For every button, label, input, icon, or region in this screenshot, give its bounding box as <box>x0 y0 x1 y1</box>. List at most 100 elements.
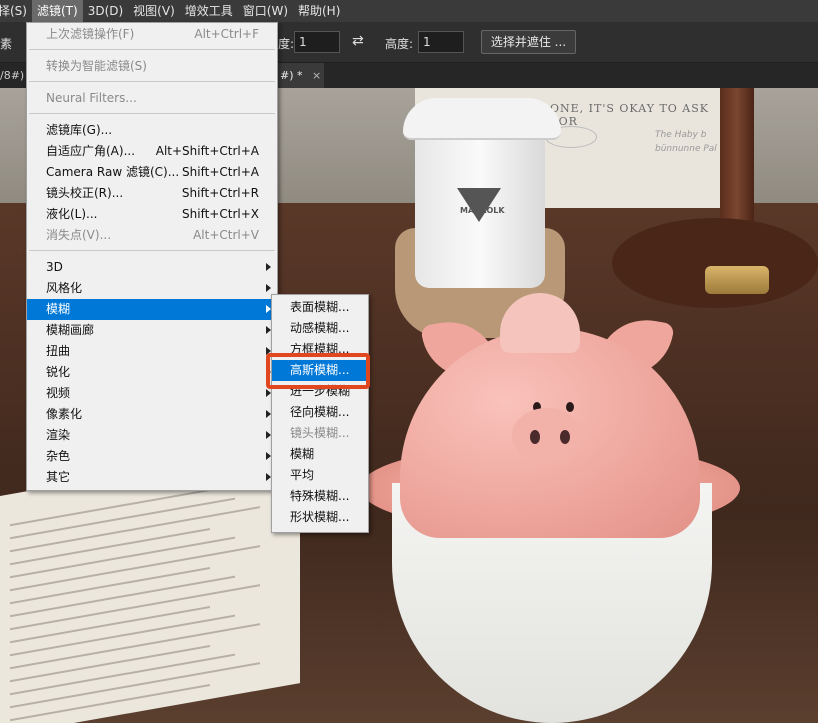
menu-1[interactable]: 滤镜(T) <box>31 0 83 22</box>
blur-submenu-item[interactable]: 特殊模糊... <box>272 486 368 507</box>
menu-item-label: 锐化 <box>46 365 71 379</box>
menu-item-label: 特殊模糊... <box>290 489 350 503</box>
blur-submenu-item[interactable]: 径向模糊... <box>272 402 368 423</box>
filter-menu-item: 消失点(V)... Alt+Ctrl+V <box>27 225 277 246</box>
menu-5[interactable]: 窗口(W) <box>238 0 293 22</box>
photo-card-text: ONE, IT'S OKAY TO ASK FOR <box>550 102 709 128</box>
photo-paper-line <box>10 545 260 592</box>
filter-menu-item[interactable]: 模糊画廊 <box>27 320 277 341</box>
photo-pig-nostril-left <box>530 430 540 444</box>
blur-submenu-item[interactable]: 动感模糊... <box>272 318 368 339</box>
menu-item-label: 动感模糊... <box>290 321 350 335</box>
menu-item-label: 表面模糊... <box>290 300 350 314</box>
menu-item-label: 径向模糊... <box>290 405 350 419</box>
menu-item-label: 上次滤镜操作(F) <box>46 27 135 41</box>
width-input[interactable]: 1 <box>294 31 340 53</box>
photo-card-handwriting-1: The Haby b <box>655 130 707 140</box>
menu-item-label: 模糊画廊 <box>46 323 95 337</box>
menu-item-label: 渲染 <box>46 428 71 442</box>
blur-submenu-item[interactable]: 形状模糊... <box>272 507 368 528</box>
photo-cup-lid <box>403 98 561 140</box>
menu-item-label: 杂色 <box>46 449 71 463</box>
tab-title: /8#) <box>0 69 25 82</box>
filter-menu-item[interactable]: 镜头校正(R)... Shift+Ctrl+R <box>27 183 277 204</box>
filter-menu-item[interactable]: 滤镜库(G)... <box>27 120 277 141</box>
filter-menu-item[interactable]: 渲染 <box>27 425 277 446</box>
filter-menu-item[interactable]: Camera Raw 滤镜(C)... Shift+Ctrl+A <box>27 162 277 183</box>
photo-cup-logo <box>457 188 501 222</box>
photo-paper-line <box>10 584 260 631</box>
option-label-fragment: 素 <box>0 37 13 51</box>
photo-stand <box>612 218 818 308</box>
photo-cup-brand: MARAOLK <box>460 206 505 215</box>
menu-6[interactable]: 帮助(H) <box>293 0 345 22</box>
photo-pig-snout <box>512 408 582 463</box>
blur-submenu: 表面模糊... 动感模糊... 方框模糊... 高斯模糊... 进一步模糊 径向模糊...… <box>271 294 369 533</box>
blur-submenu-item[interactable]: 表面模糊... <box>272 297 368 318</box>
menu-item-label: 模糊 <box>290 447 315 461</box>
filter-menu-item[interactable]: 扭曲 <box>27 341 277 362</box>
blur-submenu-item: 镜头模糊... <box>272 423 368 444</box>
menu-item-shortcut: Shift+Ctrl+A <box>182 165 259 179</box>
menu-item-shortcut: Shift+Ctrl+R <box>181 186 259 200</box>
menu-item-shortcut: Shift+Ctrl+X <box>182 207 259 221</box>
menu-item-label: 转换为智能滤镜(S) <box>46 59 147 73</box>
menu-2[interactable]: 3D(D) <box>83 0 128 22</box>
filter-menu-item[interactable]: 3D <box>27 257 277 278</box>
menu-item-shortcut: Alt+Shift+Ctrl+A <box>155 144 259 158</box>
menu-item-label: 形状模糊... <box>290 510 350 524</box>
filter-menu-item[interactable]: 模糊 <box>27 299 277 320</box>
photo-pig-eye-right <box>566 402 574 412</box>
height-input[interactable]: 1 <box>418 31 464 53</box>
menu-separator <box>29 250 275 251</box>
menu-item-label: 扭曲 <box>46 344 71 358</box>
menu-item-shortcut: Alt+Ctrl+F <box>194 27 259 41</box>
filter-menu-item[interactable]: 风格化 <box>27 278 277 299</box>
filter-menu-item[interactable]: 杂色 <box>27 446 277 467</box>
menu-item-label: 像素化 <box>46 407 83 421</box>
menu-item-label: 模糊 <box>46 302 71 316</box>
filter-menu-item: 上次滤镜操作(F) Alt+Ctrl+F <box>27 24 277 45</box>
callout-box <box>266 353 370 389</box>
filter-menu-item[interactable]: 像素化 <box>27 404 277 425</box>
blur-submenu-item[interactable]: 模糊 <box>272 444 368 465</box>
filter-menu-item: 转换为智能滤镜(S) <box>27 56 277 77</box>
swap-icon[interactable]: ⇄ <box>352 33 368 49</box>
menu-item-label: 视频 <box>46 386 71 400</box>
menu-separator <box>29 113 275 114</box>
menu-item-label: 自适应广角(A)... <box>46 144 136 158</box>
menu-item-shortcut: Alt+Ctrl+V <box>193 228 259 242</box>
photo-paper-line <box>10 506 260 553</box>
filter-menu-item[interactable]: 自适应广角(A)... Alt+Shift+Ctrl+A <box>27 141 277 162</box>
menu-item-label: 滤镜库(G)... <box>46 123 113 137</box>
menu-item-label: 镜头校正(R)... <box>46 186 124 200</box>
filter-menu-item[interactable]: 视频 <box>27 383 277 404</box>
filter-menu-item[interactable]: 液化(L)... Shift+Ctrl+X <box>27 204 277 225</box>
menu-item-label: 平均 <box>290 468 315 482</box>
photo-paper-line <box>10 623 260 670</box>
menu-3[interactable]: 视图(V) <box>128 0 180 22</box>
menu-separator <box>29 49 275 50</box>
photo-ring <box>705 266 769 294</box>
photo-pig-nostril-right <box>560 430 570 444</box>
menu-4[interactable]: 增效工具 <box>180 0 238 22</box>
width-label: 度: <box>278 37 295 51</box>
submenu-arrow-icon <box>266 284 271 292</box>
menu-0[interactable]: 择(S) <box>0 0 32 22</box>
menu-item-label: Neural Filters... <box>46 91 137 105</box>
menu-bar: 择(S) 滤镜(T) 3D(D) 视图(V) 增效工具 窗口(W) 帮助(H) <box>0 0 818 22</box>
close-icon[interactable]: × <box>312 69 321 82</box>
filter-menu-item[interactable]: 锐化 <box>27 362 277 383</box>
photo-card-handwriting-2: bünnunne Pal <box>655 144 717 154</box>
menu-item-label: Camera Raw 滤镜(C)... <box>46 165 180 179</box>
submenu-arrow-icon <box>266 263 271 271</box>
menu-item-label: 其它 <box>46 470 71 484</box>
blur-submenu-item[interactable]: 平均 <box>272 465 368 486</box>
menu-item-label: 风格化 <box>46 281 83 295</box>
tab-document-current[interactable]: #) * × <box>276 63 324 88</box>
filter-menu-item[interactable]: 其它 <box>27 467 277 488</box>
height-label: 高度: <box>385 37 414 51</box>
menu-item-label: 液化(L)... <box>46 207 98 221</box>
menu-item-label: 消失点(V)... <box>46 228 112 242</box>
select-and-mask-button[interactable]: 选择并遮住 ... <box>481 30 576 54</box>
